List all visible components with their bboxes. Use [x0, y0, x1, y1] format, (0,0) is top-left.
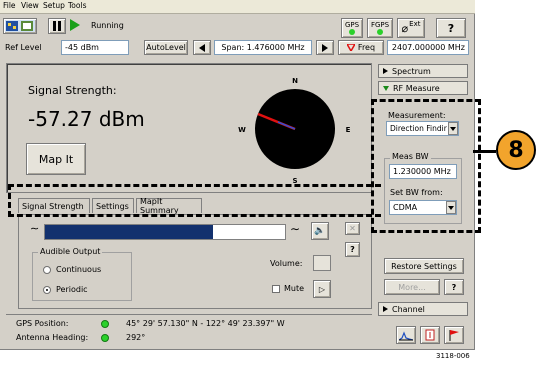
gps-position-value: 45° 29' 57.130" N - 122° 49' 23.397" W: [126, 319, 285, 328]
spectrum-label: Spectrum: [392, 66, 431, 76]
radio-continuous[interactable]: [43, 266, 51, 274]
restore-settings-button[interactable]: Restore Settings: [384, 258, 464, 274]
fgps-label: FGPS: [370, 21, 390, 29]
collapse-arrow-icon: [383, 85, 389, 91]
menu-file[interactable]: File: [3, 1, 16, 10]
heading-status-led-icon: [101, 334, 109, 342]
map-it-button[interactable]: Map It: [26, 143, 86, 175]
expand-arrow-icon: [383, 306, 388, 312]
gps-label: GPS: [344, 21, 360, 29]
more-button[interactable]: More...: [384, 279, 440, 295]
radio-continuous-label: Continuous: [56, 265, 102, 274]
audio-mode-button[interactable]: ▷: [313, 280, 331, 298]
figure-id: 3118-006: [436, 352, 470, 360]
menu-setup[interactable]: Setup: [43, 1, 65, 10]
ext-ref-button[interactable]: ⌀ Ext: [397, 18, 425, 38]
audio-level-meter: [44, 224, 286, 240]
compass-w: W: [238, 126, 246, 134]
gps-position-label: GPS Position:: [16, 319, 69, 328]
run-icon: [70, 19, 80, 34]
trace-icon: [399, 331, 413, 341]
channel-button[interactable]: Channel: [378, 302, 468, 316]
expand-arrow-icon: [383, 68, 388, 74]
help-button[interactable]: ?: [436, 18, 466, 38]
callout-highlight-tabs: [8, 184, 381, 217]
tone-low-icon: ∼: [30, 222, 40, 235]
export-button[interactable]: [420, 326, 440, 344]
menu-bar: File View Setup Tools: [0, 0, 475, 14]
arrow-right-icon: [322, 43, 328, 52]
speaker-icon: 🔈: [314, 226, 326, 236]
tone-high-icon: ∼: [290, 222, 301, 236]
channel-label: Channel: [392, 304, 425, 314]
radio-periodic[interactable]: [43, 286, 51, 294]
arrow-left-icon: [199, 43, 205, 52]
audio-level-fill: [45, 225, 213, 239]
run-status: Running: [91, 21, 124, 30]
signal-strength-label: Signal Strength:: [28, 84, 117, 97]
ref-level-label: Ref Level: [5, 43, 42, 52]
marker-flag-button[interactable]: [444, 326, 464, 344]
app-mode-icon[interactable]: [3, 18, 37, 34]
compass-display: N S E W: [238, 77, 351, 185]
fgps-button[interactable]: FGPS: [367, 18, 393, 38]
flag-icon: [449, 330, 459, 341]
radio-periodic-label: Periodic: [56, 285, 88, 294]
ref-level-field[interactable]: -45 dBm: [61, 40, 129, 55]
span-decrease-button[interactable]: [193, 40, 211, 55]
span-increase-button[interactable]: [316, 40, 334, 55]
volume-control[interactable]: [313, 255, 331, 271]
menu-view[interactable]: View: [21, 1, 39, 10]
gps-led-icon: [349, 29, 355, 35]
speaker-outline-icon: ▷: [318, 284, 326, 294]
side-help-button[interactable]: ?: [444, 279, 464, 295]
freq-label: Freq: [357, 43, 376, 52]
gps-status-led-icon: [101, 320, 109, 328]
signal-strength-value: -57.27 dBm: [28, 107, 145, 131]
antenna-heading-label: Antenna Heading:: [16, 333, 89, 342]
rf-measure-label: RF Measure: [393, 83, 440, 93]
rf-measure-button[interactable]: RF Measure: [378, 81, 468, 95]
callout-leader-line: [473, 150, 496, 153]
spectrum-button[interactable]: Spectrum: [378, 64, 468, 78]
freq-button[interactable]: Freq: [338, 40, 384, 55]
menu-tools[interactable]: Tools: [68, 1, 86, 10]
audible-output-label: Audible Output: [38, 247, 103, 256]
mute-checkbox[interactable]: [272, 285, 280, 293]
callout-highlight-settings: [371, 99, 481, 233]
panel-help-button[interactable]: ?: [345, 242, 360, 257]
close-panel-button[interactable]: ✕: [345, 222, 360, 235]
pause-button[interactable]: [48, 18, 66, 34]
compass-e: E: [346, 126, 351, 134]
trace-button[interactable]: [396, 326, 416, 344]
mute-label: Mute: [284, 284, 305, 293]
antenna-heading-value: 292°: [126, 333, 146, 342]
gps-button[interactable]: GPS: [341, 18, 363, 38]
volume-label: Volume:: [270, 259, 303, 268]
span-field[interactable]: Span: 1.476000 MHz: [214, 40, 312, 55]
speaker-button[interactable]: 🔈: [311, 222, 329, 240]
ext-label: Ext: [409, 20, 421, 28]
callout-number: 8: [496, 130, 536, 170]
marker-triangle-icon: [346, 44, 355, 51]
autolevel-button[interactable]: AutoLevel: [144, 40, 188, 55]
fgps-led-icon: [377, 29, 383, 35]
export-icon: [425, 329, 435, 341]
ext-ref-icon: ⌀: [401, 21, 409, 35]
compass-n: N: [292, 77, 298, 85]
freq-field[interactable]: 2407.000000 MHz: [387, 40, 469, 55]
